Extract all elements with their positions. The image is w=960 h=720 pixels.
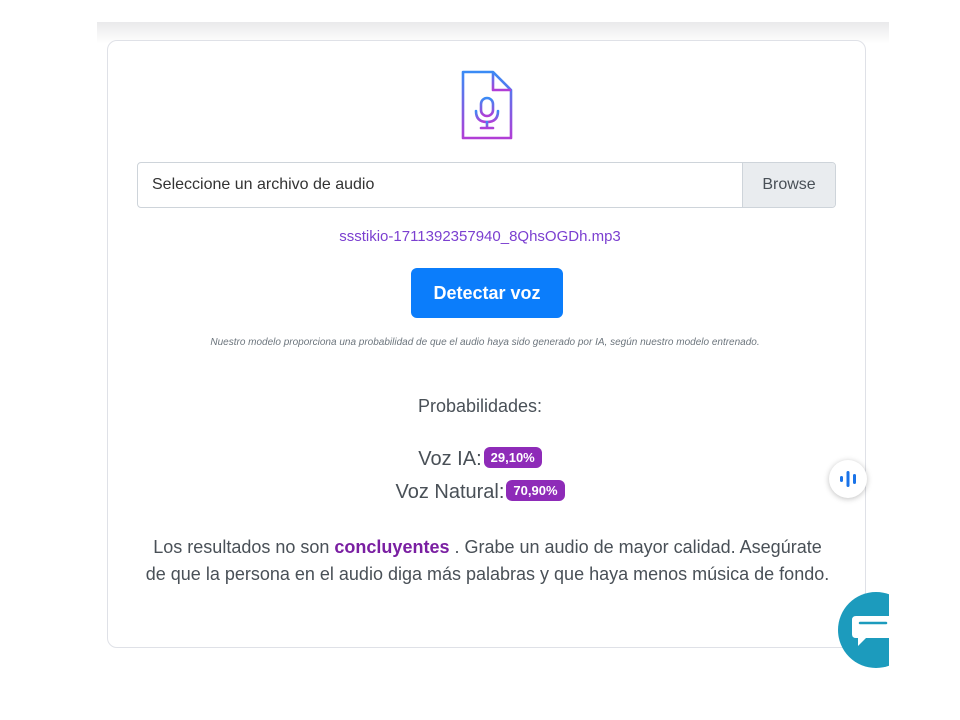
probabilities-heading: Probabilidades: <box>417 396 543 416</box>
audio-waveform-icon <box>840 471 856 487</box>
file-input-label[interactable]: Seleccione un archivo de audio <box>138 163 742 207</box>
ai-voice-row: Voz IA: 29,10% <box>0 447 960 471</box>
audio-file-input[interactable]: Seleccione un archivo de audio Browse <box>137 162 836 208</box>
natural-voice-label: Voz Natural: <box>395 481 505 503</box>
browse-button[interactable]: Browse <box>742 163 835 207</box>
chat-widget-button[interactable] <box>838 592 889 668</box>
model-disclaimer: Nuestro modelo proporciona una probabili… <box>210 337 760 348</box>
ai-voice-badge: 29,10% <box>483 447 542 469</box>
natural-voice-row: Voz Natural: 70,90% <box>0 480 960 504</box>
result-emphasis: concluyentes <box>334 537 450 557</box>
audio-file-icon <box>459 70 513 140</box>
result-message: Los resultados no son concluyentes . Gra… <box>145 534 830 588</box>
chat-bubble-icon <box>852 616 889 646</box>
detect-voice-button[interactable]: Detectar voz <box>411 268 563 318</box>
result-prefix: Los resultados no son <box>153 537 330 557</box>
ai-voice-label: Voz IA: <box>418 448 482 470</box>
selected-file-name: ssstikio-1711392357940_8QhsOGDh.mp3 <box>339 228 621 245</box>
natural-voice-badge: 70,90% <box>506 480 565 502</box>
floating-audio-button[interactable] <box>829 460 867 498</box>
